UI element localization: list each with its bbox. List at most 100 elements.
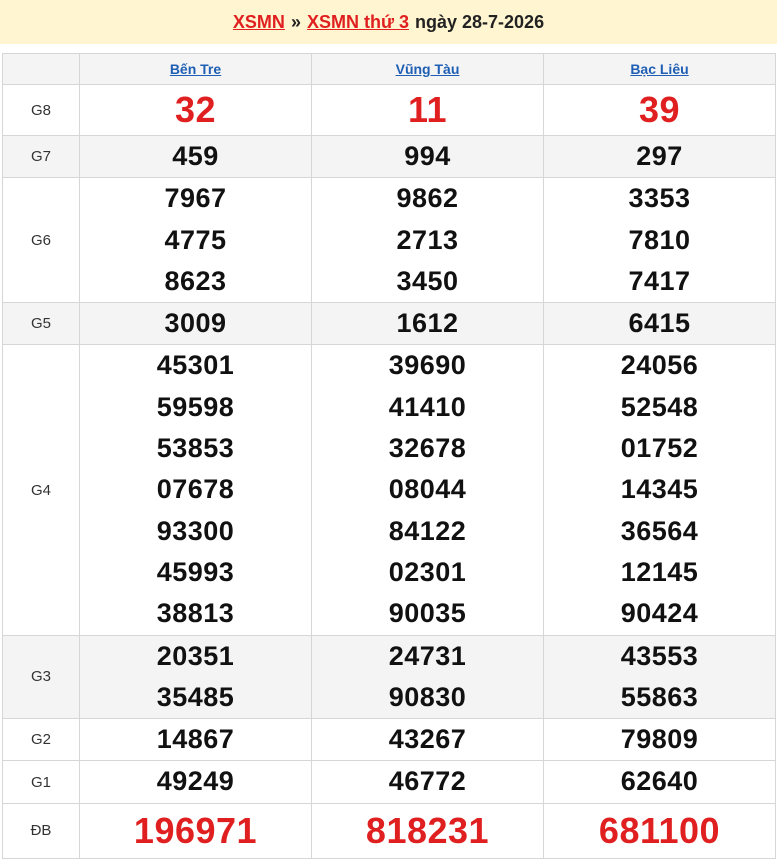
result-number: 459	[172, 141, 219, 171]
result-cell: 297	[543, 134, 776, 179]
result-number: 32	[174, 89, 217, 130]
result-number: 3450	[396, 265, 459, 296]
province-header-row: Bến Tre Vũng Tàu Bạc Liêu	[2, 53, 776, 85]
result-cell: 3353 7810 7417	[543, 177, 776, 304]
prize-row-g8: G8 32 11 39	[2, 84, 776, 136]
result-number: 07678	[156, 474, 235, 505]
result-cell: 46772	[311, 760, 544, 804]
result-number: 9862	[396, 183, 459, 214]
result-number: 14867	[156, 724, 235, 755]
result-cell: 43553 55863	[543, 634, 776, 720]
province-header: Bến Tre	[79, 53, 312, 85]
result-number: 43267	[388, 724, 467, 755]
special-prize-number: 196971	[133, 809, 258, 851]
result-cell: 24056 52548 01752 14345 36564 12145 9042…	[543, 344, 776, 636]
result-cell: 7967 4775 8623	[79, 177, 312, 304]
prize-row-g6: G6 7967 4775 8623 9862 2713 3450 3353 78…	[2, 177, 776, 304]
result-number: 45301	[156, 350, 235, 381]
result-cell: 49249	[79, 760, 312, 804]
prize-row-g4: G4 45301 59598 53853 07678 93300 45993 3…	[2, 344, 776, 636]
result-number: 35485	[156, 681, 235, 712]
prize-row-g2: G2 14867 43267 79809	[2, 718, 776, 762]
result-number: 7417	[628, 265, 691, 296]
province-header: Vũng Tàu	[311, 53, 544, 85]
result-number: 994	[404, 141, 451, 171]
province-link-ben-tre[interactable]: Bến Tre	[170, 61, 221, 77]
result-number: 8623	[164, 265, 227, 296]
xsmn-link[interactable]: XSMN	[233, 12, 285, 33]
prize-label: G1	[2, 760, 80, 804]
result-number: 7967	[164, 183, 227, 214]
result-cell: 3009	[79, 302, 312, 346]
result-cell: 681100	[543, 802, 776, 859]
result-cell: 45301 59598 53853 07678 93300 45993 3881…	[79, 344, 312, 636]
result-cell: 818231	[311, 802, 544, 859]
prize-label: G6	[2, 177, 80, 304]
result-number: 24056	[620, 350, 699, 381]
result-number: 6415	[628, 308, 691, 339]
prize-label: ĐB	[2, 802, 80, 859]
xsmn-tuesday-link[interactable]: XSMN thứ 3	[307, 12, 409, 33]
result-number: 20351	[156, 640, 235, 671]
prize-label: G4	[2, 344, 80, 636]
prize-label: G2	[2, 718, 80, 762]
result-number: 59598	[156, 391, 235, 422]
special-prize-number: 681100	[598, 809, 721, 851]
result-number: 14345	[620, 474, 699, 505]
results-table: Bến Tre Vũng Tàu Bạc Liêu G8 32 11 39 G7…	[2, 53, 776, 859]
prize-row-g3: G3 20351 35485 24731 90830 43553 55863	[2, 634, 776, 720]
result-number: 79809	[620, 724, 699, 755]
result-cell: 79809	[543, 718, 776, 762]
province-link-bac-lieu[interactable]: Bạc Liêu	[630, 61, 688, 77]
result-number: 41410	[388, 391, 467, 422]
result-number: 46772	[388, 766, 467, 797]
result-cell: 9862 2713 3450	[311, 177, 544, 304]
result-cell: 39690 41410 32678 08044 84122 02301 9003…	[311, 344, 544, 636]
result-number: 01752	[620, 433, 699, 464]
result-number: 55863	[620, 681, 699, 712]
prize-label: G8	[2, 84, 80, 136]
page-header: XSMN » XSMN thứ 3 ngày 28-7-2026	[0, 0, 777, 44]
result-cell: 43267	[311, 718, 544, 762]
special-prize-number: 818231	[365, 809, 490, 851]
result-cell: 994	[311, 134, 544, 179]
result-number: 84122	[388, 515, 467, 546]
result-number: 45993	[156, 556, 235, 587]
corner-cell	[2, 53, 80, 85]
prize-label: G7	[2, 134, 80, 179]
result-number: 3009	[164, 308, 227, 339]
result-cell: 1612	[311, 302, 544, 346]
result-number: 62640	[620, 766, 699, 797]
result-number: 38813	[156, 598, 235, 629]
province-link-vung-tau[interactable]: Vũng Tàu	[396, 61, 460, 77]
result-number: 08044	[388, 474, 467, 505]
result-cell: 6415	[543, 302, 776, 346]
prize-label: G5	[2, 302, 80, 346]
province-header: Bạc Liêu	[543, 53, 776, 85]
result-number: 43553	[620, 640, 699, 671]
result-number: 93300	[156, 515, 235, 546]
result-number: 1612	[396, 308, 459, 339]
result-cell: 196971	[79, 802, 312, 859]
result-number: 4775	[164, 224, 227, 255]
result-number: 90035	[388, 598, 467, 629]
prize-row-g5: G5 3009 1612 6415	[2, 302, 776, 346]
draw-date: ngày 28-7-2026	[415, 11, 545, 32]
result-number: 90424	[620, 598, 699, 629]
result-cell: 20351 35485	[79, 634, 312, 720]
result-number: 12145	[620, 556, 699, 587]
result-cell: 14867	[79, 718, 312, 762]
result-number: 11	[407, 89, 448, 130]
breadcrumb-separator: »	[290, 11, 301, 32]
result-cell: 62640	[543, 760, 776, 804]
result-cell: 32	[79, 84, 312, 136]
result-number: 3353	[628, 183, 691, 214]
result-number: 52548	[620, 391, 699, 422]
result-number: 02301	[388, 556, 467, 587]
result-number: 53853	[156, 433, 235, 464]
prize-row-special: ĐB 196971 818231 681100	[2, 802, 776, 859]
result-cell: 459	[79, 134, 312, 179]
prize-row-g1: G1 49249 46772 62640	[2, 760, 776, 804]
result-number: 39	[638, 89, 681, 130]
result-number: 49249	[156, 766, 235, 797]
